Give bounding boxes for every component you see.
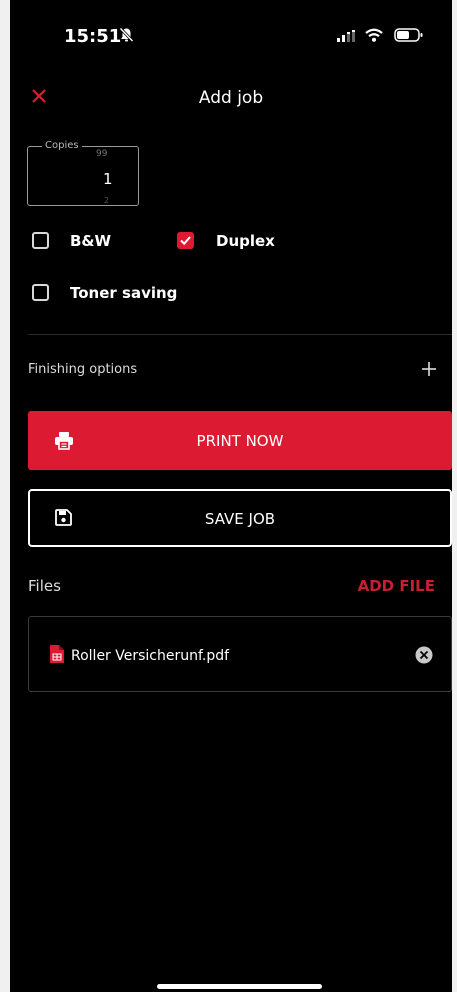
screen: 15:51 Add job Copies 99 1 2 B&W Duplex T… [10, 0, 452, 992]
copies-option-above: 99 [96, 149, 108, 159]
copies-value[interactable]: 1 [103, 170, 113, 188]
copies-picker[interactable] [27, 146, 139, 206]
toner-saving-label: Toner saving [70, 284, 178, 302]
duplex-label: Duplex [216, 232, 275, 250]
duplex-checkbox[interactable] [177, 232, 194, 249]
save-job-label: SAVE JOB [204, 510, 276, 528]
battery-icon [394, 28, 423, 42]
pdf-file-icon [50, 645, 64, 663]
save-job-button[interactable]: SAVE JOB [28, 489, 452, 547]
home-indicator[interactable] [157, 984, 322, 989]
copies-label: Copies [42, 140, 82, 151]
file-name: Roller Versicherunf.pdf [71, 648, 230, 664]
remove-icon[interactable] [415, 646, 433, 664]
print-now-label: PRINT NOW [196, 432, 284, 450]
checkmark-icon [180, 236, 191, 246]
divider [28, 334, 452, 335]
bw-label: B&W [70, 232, 112, 250]
page-title: Add job [198, 88, 264, 108]
plus-icon[interactable] [420, 360, 438, 378]
add-file-button[interactable]: ADD FILE [358, 577, 435, 595]
toner-saving-checkbox[interactable] [32, 284, 49, 301]
file-list-item[interactable]: Roller Versicherunf.pdf [28, 616, 452, 692]
wifi-icon [365, 28, 383, 42]
files-heading: Files [28, 577, 61, 595]
finishing-options-label: Finishing options [28, 362, 138, 377]
print-now-button[interactable]: PRINT NOW [28, 411, 452, 470]
bell-slash-icon [119, 27, 134, 43]
bw-checkbox[interactable] [32, 232, 49, 249]
status-time: 15:51 [64, 26, 122, 47]
signal-icon [337, 30, 355, 42]
copies-option-below: 2 [104, 196, 110, 205]
